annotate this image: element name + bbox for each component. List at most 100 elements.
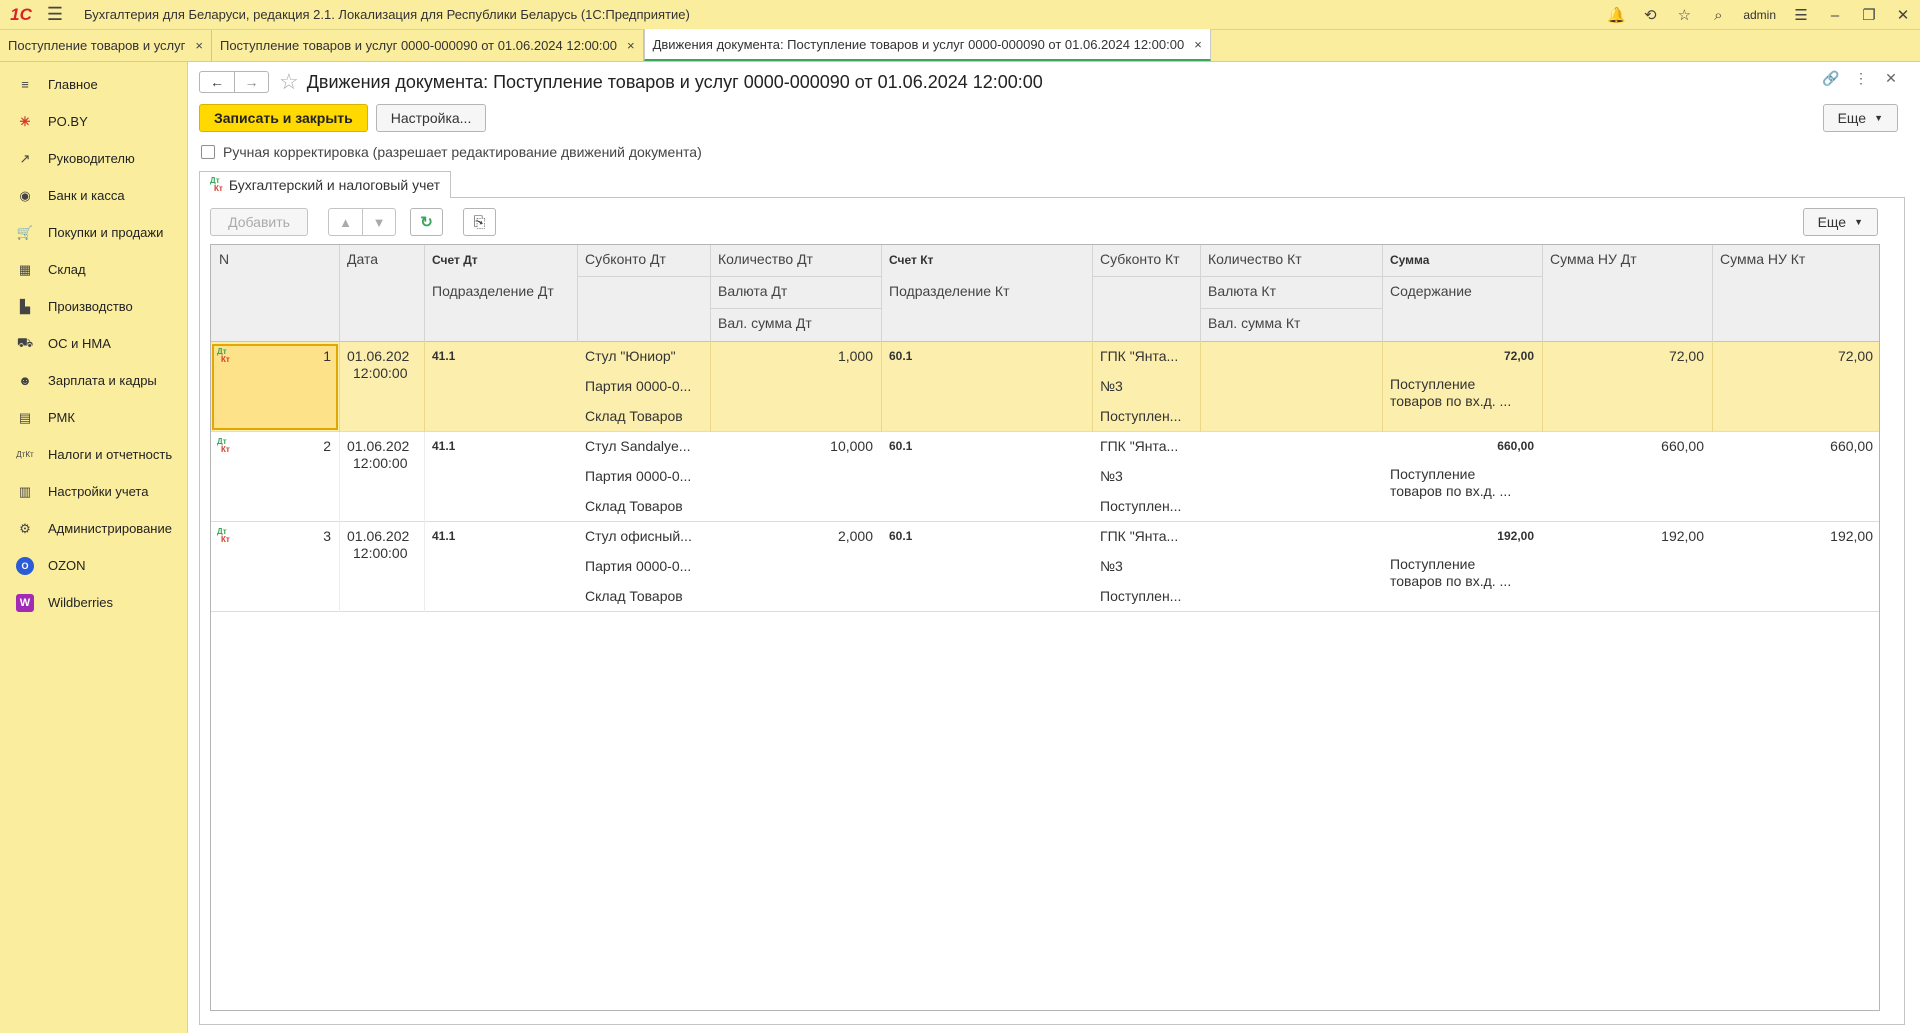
forward-arrow-icon[interactable]: → [234,72,268,92]
col-account-dt[interactable]: Счет Дт [424,245,577,273]
col-n[interactable]: N [211,245,339,273]
table-more-button[interactable]: Еще ▼ [1802,208,1878,236]
minimize-icon[interactable]: – [1818,0,1852,30]
col-date[interactable]: Дата [339,245,424,273]
sidebar-item-warehouse[interactable]: ▦ Склад [0,251,187,288]
more-vertical-icon[interactable]: ⋮ [1846,70,1876,87]
close-icon[interactable]: ✕ [1876,70,1906,87]
close-icon[interactable]: × [627,38,635,53]
cell-account-dt: 41.1 [432,529,456,543]
col-sum-nu-kt[interactable]: Сумма НУ Кт [1712,245,1879,273]
col-division-kt[interactable]: Подразделение Кт [881,277,1092,305]
sidebar-item-taxes[interactable]: ДтКт Налоги и отчетность [0,436,187,473]
search-icon[interactable]: ⌕ [1701,0,1735,30]
move-down-icon[interactable]: ▼ [362,209,395,235]
more-button[interactable]: Еще ▼ [1822,104,1898,132]
col-sum[interactable]: Сумма [1382,245,1542,273]
cell-n: 1 [323,348,331,364]
settings-menu-icon[interactable]: ☰ [1784,0,1818,30]
sidebar-item-ozon[interactable]: O OZON [0,547,187,584]
tab-receipt-document[interactable]: Поступление товаров и услуг 0000-000090 … [212,30,644,61]
sidebar-item-accounting-settings[interactable]: ▥ Настройки учета [0,473,187,510]
col-division-dt[interactable]: Подразделение Дт [424,277,577,305]
cell-n: 2 [323,438,331,454]
sidebar-item-label: OZON [48,558,86,573]
close-icon[interactable]: × [195,38,203,53]
sidebar-item-poby[interactable]: ✳ PO.BY [0,103,187,140]
save-and-close-button[interactable]: Записать и закрыть [199,104,368,132]
sidebar-item-wildberries[interactable]: W Wildberries [0,584,187,621]
cell-subconto-kt-3: Поступлен... [1100,498,1182,514]
cell-subconto-dt-1: Стул офисный... [585,528,692,544]
link-icon[interactable]: 🔗 [1816,70,1846,87]
close-window-icon[interactable]: ✕ [1886,0,1920,30]
table-header: N Дата Счет Дт Подразделение Дт Субконто… [211,245,1879,342]
cell-subconto-dt-2: Партия 0000-0... [585,378,692,394]
output-list-icon[interactable]: ⎘ [463,208,496,236]
sidebar-item-production[interactable]: ▙ Производство [0,288,187,325]
sections-sidebar: ≡ Главное ✳ PO.BY ↗ Руководителю ◉ Банк и ка… [0,62,188,1033]
main-menu-icon[interactable]: ☰ [42,0,68,30]
document-movements-form: ← → ☆ Движения документа: Поступление то… [189,62,1920,1033]
cell-date: 01.06.202 [347,348,410,364]
person-icon: ☻ [18,373,32,388]
col-subconto-dt[interactable]: Субконто Дт [577,245,710,273]
col-subconto-kt[interactable]: Субконто Кт [1092,245,1200,273]
cell-date: 01.06.202 [347,438,410,454]
sidebar-item-main[interactable]: ≡ Главное [0,66,187,103]
tab-document-movements[interactable]: Движения документа: Поступление товаров … [643,29,1211,61]
sidebar-item-payroll[interactable]: ☻ Зарплата и кадры [0,362,187,399]
tab-label: Бухгалтерский и налоговый учет [228,177,441,193]
col-quantity-kt[interactable]: Количество Кт [1200,245,1382,273]
col-currency-kt[interactable]: Валюта Кт [1200,277,1382,305]
tab-receipts-list[interactable]: Поступление товаров и услуг × [0,30,212,61]
cell-sum-nu-kt: 660,00 [1830,438,1873,454]
back-arrow-icon[interactable]: ← [200,72,234,92]
history-icon[interactable]: ⟲ [1633,0,1667,30]
col-currency-sum-kt[interactable]: Вал. сумма Кт [1200,309,1382,337]
col-sum-nu-dt[interactable]: Сумма НУ Дт [1542,245,1712,273]
cell-quantity-dt: 10,000 [830,438,873,454]
add-button[interactable]: Добавить [210,208,308,236]
sidebar-item-purchases-sales[interactable]: 🛒 Покупки и продажи [0,214,187,251]
sidebar-item-label: Главное [48,77,98,92]
col-currency-sum-dt[interactable]: Вал. сумма Дт [710,309,881,337]
sidebar-item-rmk[interactable]: ▤ РМК [0,399,187,436]
table-row[interactable]: Дт Кт 3 01.06.202 12:00:00 41.1 Стул офис… [211,522,1879,612]
user-name[interactable]: admin [1735,8,1784,22]
sidebar-item-manager[interactable]: ↗ Руководителю [0,140,187,177]
favorites-star-icon[interactable]: ☆ [1667,0,1701,30]
col-currency-dt[interactable]: Валюта Дт [710,277,881,305]
tab-accounting-tax[interactable]: Дт Кт Бухгалтерский и налоговый учет [199,171,452,198]
cell-subconto-kt-3: Поступлен... [1100,408,1182,424]
move-up-icon[interactable]: ▲ [329,209,362,235]
restore-icon[interactable]: ❐ [1852,0,1886,30]
manual-edit-checkbox[interactable]: Ручная корректировка (разрешает редактир… [201,144,702,160]
table-row[interactable]: Дт Кт 1 01.06.202 12:00:00 41.1 Стул "Юни… [211,342,1879,432]
sidebar-item-bank[interactable]: ◉ Банк и касса [0,177,187,214]
settings-button[interactable]: Настройка... [375,104,487,132]
1c-logo: 1С [10,4,32,24]
col-quantity-dt[interactable]: Количество Дт [710,245,881,273]
sidebar-item-administration[interactable]: ⚙ Администрирование [0,510,187,547]
chevron-down-icon: ▼ [1854,217,1863,227]
cell-sum: 72,00 [1503,349,1534,363]
cell-sum-nu-kt: 192,00 [1830,528,1873,544]
refresh-icon[interactable]: ↻ [410,208,443,236]
form-command-bar: Записать и закрыть Настройка... [199,104,494,132]
col-content[interactable]: Содержание [1382,277,1542,305]
close-icon[interactable]: × [1194,37,1202,52]
col-account-kt[interactable]: Счет Кт [881,245,1092,273]
sidebar-item-fixed-assets[interactable]: ⛟ ОС и НМА [0,325,187,362]
notifications-icon[interactable]: 🔔 [1599,0,1633,30]
sidebar-item-label: Wildberries [48,595,114,610]
movements-table[interactable]: N Дата Счет Дт Подразделение Дт Субконто… [210,244,1880,1011]
table-row[interactable]: Дт Кт 2 01.06.202 12:00:00 41.1 Стул Sand… [211,432,1879,522]
cell-content: Поступление товаров по вх.д. ... [1390,376,1512,409]
page-title: Движения документа: Поступление товаров … [306,71,1043,92]
checkbox[interactable] [201,145,215,159]
checkbox-label: Ручная корректировка (разрешает редактир… [223,144,702,160]
dt-kt-icon: ДтКт [210,176,223,193]
favorite-star-icon[interactable]: ☆ [279,69,299,95]
cash-register-icon: ▤ [18,409,32,425]
